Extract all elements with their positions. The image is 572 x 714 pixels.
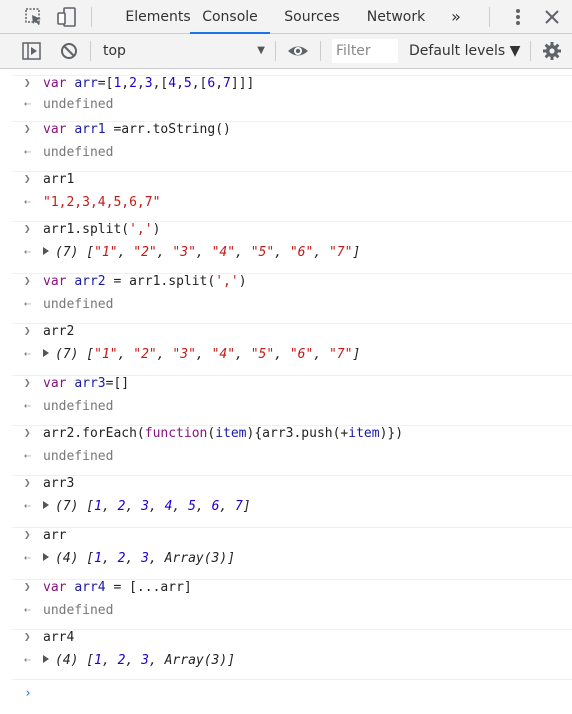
output-arrow-icon: ⇠ — [24, 603, 31, 616]
console-output-line: ⇠ undefined — [24, 449, 114, 464]
output-arrow-icon: ⇠ — [24, 145, 31, 158]
console-log: ❯ var arr=[1,2,3,[4,5,[6,7]]] ⇠ undefine… — [0, 69, 572, 714]
clear-console-icon[interactable] — [57, 40, 81, 62]
output-arrow-icon: ⇠ — [24, 347, 31, 360]
input-chevron-icon: ❯ — [24, 274, 31, 287]
input-chevron-icon: ❯ — [24, 324, 31, 337]
tab-network[interactable]: Network — [360, 0, 432, 33]
console-output-line[interactable]: ⇠ (4) [1, 2, 3, Array(3)] — [12, 551, 572, 577]
output-arrow-icon: ⇠ — [24, 653, 31, 666]
input-chevron-icon: ❯ — [24, 376, 31, 389]
console-output-line: ⇠ undefined — [24, 399, 114, 414]
log-levels-dropdown[interactable]: Default levels ▼ — [409, 39, 520, 63]
output-arrow-icon: ⇠ — [24, 499, 31, 512]
expand-triangle-icon — [43, 247, 49, 255]
console-prompt[interactable]: › — [24, 686, 32, 701]
inspect-icon[interactable] — [22, 6, 46, 28]
console-output-line[interactable]: ⇠ (4) [1, 2, 3, Array(3)] — [12, 653, 572, 679]
tab-console[interactable]: Console — [190, 0, 270, 34]
console-prompt-line[interactable] — [12, 679, 572, 714]
console-input-line: ❯ var arr3=[] — [12, 375, 572, 399]
console-input-line: ❯ arr2.forEach(function(item){arr3.push(… — [12, 425, 572, 449]
toolbar-divider — [320, 41, 321, 61]
tab-sources[interactable]: Sources — [278, 0, 346, 33]
expand-triangle-icon — [43, 501, 49, 509]
context-value: top — [103, 43, 126, 59]
expand-triangle-icon — [43, 655, 49, 663]
toolbar-divider — [90, 41, 91, 61]
settings-icon[interactable] — [540, 40, 564, 62]
filter-input[interactable] — [332, 39, 398, 63]
toolbar-divider — [91, 7, 92, 27]
input-chevron-icon: ❯ — [24, 172, 31, 185]
input-chevron-icon: ❯ — [24, 580, 31, 593]
console-input-line: ❯ arr3 — [12, 475, 572, 499]
toolbar-divider — [530, 41, 531, 61]
console-input-line: ❯ arr4 — [12, 629, 572, 653]
console-input-line: ❯ var arr2 = arr1.split(',') — [12, 273, 572, 297]
console-output-line: ⇠ undefined — [24, 97, 114, 112]
console-toolbar: top ▼ Default levels ▼ — [0, 34, 572, 69]
output-arrow-icon: ⇠ — [24, 195, 31, 208]
output-arrow-icon: ⇠ — [24, 399, 31, 412]
devtools-tab-bar: Elements Console Sources Network » — [0, 0, 572, 34]
console-input-line: ❯ arr1.split(',') — [12, 221, 572, 245]
console-output-line[interactable]: ⇠ (7) ["1", "2", "3", "4", "5", "6", "7"… — [12, 245, 572, 271]
console-output-line: ⇠ undefined — [24, 145, 114, 160]
chevron-down-icon: ▼ — [257, 45, 265, 56]
close-icon[interactable] — [540, 6, 564, 28]
console-input-line: ❯ var arr4 = [...arr] — [12, 579, 572, 603]
input-chevron-icon: ❯ — [24, 476, 31, 489]
input-chevron-icon: ❯ — [24, 630, 31, 643]
input-chevron-icon: ❯ — [24, 426, 31, 439]
console-output-line: ⇠ "1,2,3,4,5,6,7" — [24, 195, 161, 210]
more-tabs-button[interactable]: » — [444, 0, 468, 33]
input-chevron-icon: ❯ — [24, 528, 31, 541]
sidebar-toggle-icon[interactable] — [20, 40, 44, 62]
console-input-line: ❯ var arr1 =arr.toString() — [12, 121, 572, 145]
expand-triangle-icon — [43, 553, 49, 561]
console-output-line[interactable]: ⇠ (7) [1, 2, 3, 4, 5, 6, 7] — [12, 499, 572, 525]
input-chevron-icon: ❯ — [24, 122, 31, 135]
console-input-line: ❯ arr — [12, 527, 572, 551]
expand-triangle-icon — [43, 349, 49, 357]
device-toolbar-icon[interactable] — [55, 6, 79, 28]
output-arrow-icon: ⇠ — [24, 245, 31, 258]
console-output-line: ⇠ undefined — [24, 603, 114, 618]
more-menu-icon[interactable] — [506, 6, 530, 28]
toolbar-divider — [275, 41, 276, 61]
eye-icon[interactable] — [286, 40, 310, 62]
context-selector[interactable]: top ▼ — [97, 39, 269, 63]
output-arrow-icon: ⇠ — [24, 449, 31, 462]
console-output-line: ⇠ undefined — [24, 297, 114, 312]
toolbar-divider — [489, 7, 490, 27]
console-input-line: ❯ arr1 — [12, 171, 572, 195]
input-chevron-icon: ❯ — [24, 222, 31, 235]
console-input-line: ❯ arr2 — [12, 323, 572, 347]
console-input-line: ❯ var arr=[1,2,3,[4,5,[6,7]]] — [12, 75, 572, 97]
input-chevron-icon: ❯ — [24, 76, 31, 89]
output-arrow-icon: ⇠ — [24, 97, 31, 110]
output-arrow-icon: ⇠ — [24, 551, 31, 564]
output-arrow-icon: ⇠ — [24, 297, 31, 310]
console-output-line[interactable]: ⇠ (7) ["1", "2", "3", "4", "5", "6", "7"… — [12, 347, 572, 373]
